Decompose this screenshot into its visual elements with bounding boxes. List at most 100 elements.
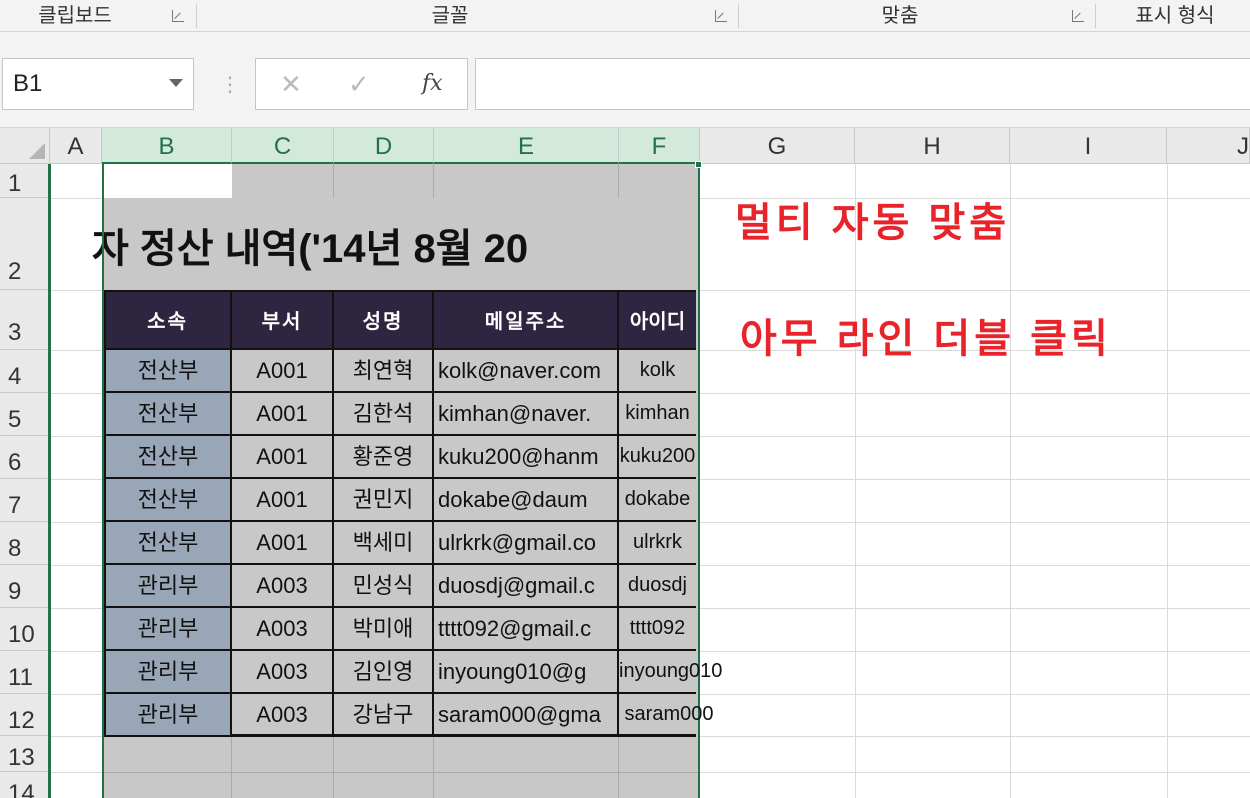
col-header-i[interactable]: I bbox=[1010, 128, 1167, 164]
alignment-launcher-icon[interactable] bbox=[1072, 10, 1084, 22]
cell-name[interactable]: 권민지 bbox=[334, 479, 432, 520]
insert-function-icon[interactable]: fx bbox=[422, 71, 443, 96]
select-all-corner[interactable] bbox=[0, 128, 50, 164]
cell-dept[interactable]: 전산부 bbox=[106, 479, 230, 520]
formula-input[interactable] bbox=[475, 58, 1250, 110]
cell-dept[interactable]: 관리부 bbox=[106, 608, 230, 649]
cell-code[interactable]: A003 bbox=[232, 608, 332, 649]
col-header-d[interactable]: D bbox=[334, 128, 434, 164]
cell-id[interactable]: kimhan bbox=[619, 393, 696, 434]
cell-id[interactable]: duosdj bbox=[619, 565, 696, 606]
cell-email[interactable]: inyoung010@g bbox=[434, 651, 617, 692]
row-header-14[interactable]: 14 bbox=[0, 772, 50, 798]
cell-dept[interactable]: 전산부 bbox=[106, 436, 230, 477]
cell-email[interactable]: ulrkrk@gmail.co bbox=[434, 522, 617, 563]
enter-check-icon[interactable]: ✓ bbox=[348, 69, 370, 100]
vertical-dots-icon[interactable]: ⋮ bbox=[220, 72, 240, 97]
formula-bar: B1 ⋮ ✕ ✓ fx bbox=[0, 32, 1250, 128]
cell-name[interactable]: 김한석 bbox=[334, 393, 432, 434]
cell-code[interactable]: A001 bbox=[232, 393, 332, 434]
name-box-value: B1 bbox=[13, 70, 43, 97]
row-header-4[interactable]: 4 bbox=[0, 350, 50, 393]
col-header-g[interactable]: G bbox=[700, 128, 855, 164]
cell-id[interactable]: inyoung010 bbox=[619, 651, 722, 692]
ribbon-separator bbox=[1095, 4, 1096, 28]
cell-email[interactable]: kimhan@naver. bbox=[434, 393, 617, 434]
cell-name[interactable]: 강남구 bbox=[334, 694, 432, 735]
cell-code[interactable]: A003 bbox=[232, 694, 332, 735]
col-header-h[interactable]: H bbox=[855, 128, 1010, 164]
annotation-2: 아무 라인 더블 클릭 bbox=[740, 317, 1112, 361]
annotation-1: 멀티 자동 맞춤 bbox=[735, 201, 1011, 245]
cell-name[interactable]: 박미애 bbox=[334, 608, 432, 649]
cell-dept[interactable]: 전산부 bbox=[106, 522, 230, 563]
cell-code[interactable]: A001 bbox=[232, 479, 332, 520]
table-border bbox=[104, 735, 696, 737]
row-header-9[interactable]: 9 bbox=[0, 565, 50, 608]
name-box[interactable]: B1 bbox=[2, 58, 194, 110]
cell-code[interactable]: A001 bbox=[232, 436, 332, 477]
row-header-13[interactable]: 13 bbox=[0, 736, 50, 772]
cell-id[interactable]: ulrkrk bbox=[619, 522, 696, 563]
cell-id[interactable]: saram000 bbox=[619, 694, 719, 735]
row-header-7[interactable]: 7 bbox=[0, 479, 50, 522]
cell-id[interactable]: kuku200 bbox=[619, 436, 696, 477]
table-border bbox=[104, 290, 696, 292]
cell-email[interactable]: tttt092@gmail.c bbox=[434, 608, 617, 649]
ribbon-group-font: 글꼴 bbox=[431, 5, 469, 27]
col-header-a[interactable]: A bbox=[50, 128, 102, 164]
worksheet-grid[interactable]: A B C D E F G H I J 1 2 3 4 5 6 7 8 9 10… bbox=[0, 128, 1250, 798]
row-header-12[interactable]: 12 bbox=[0, 694, 50, 736]
clipboard-launcher-icon[interactable] bbox=[172, 10, 184, 22]
cancel-icon[interactable]: ✕ bbox=[280, 69, 302, 100]
gridline bbox=[1010, 164, 1011, 798]
ribbon-separator bbox=[738, 4, 739, 28]
cell-email[interactable]: duosdj@gmail.c bbox=[434, 565, 617, 606]
cell-email[interactable]: dokabe@daum bbox=[434, 479, 617, 520]
ribbon-group-number: 표시 형식 bbox=[1135, 5, 1215, 27]
gridline bbox=[855, 164, 856, 798]
row-header-2[interactable]: 2 bbox=[0, 198, 50, 290]
row-header-10[interactable]: 10 bbox=[0, 608, 50, 651]
cell-dept[interactable]: 관리부 bbox=[106, 565, 230, 606]
cell-name[interactable]: 백세미 bbox=[334, 522, 432, 563]
col-header-e[interactable]: E bbox=[434, 128, 619, 164]
gridline bbox=[1167, 164, 1168, 798]
cell-id[interactable]: dokabe bbox=[619, 479, 696, 520]
cell-email[interactable]: kolk@naver.com bbox=[434, 350, 617, 391]
col-header-j[interactable]: J bbox=[1167, 128, 1250, 164]
font-launcher-icon[interactable] bbox=[715, 10, 727, 22]
col-header-b[interactable]: B bbox=[102, 128, 232, 164]
col-header-f[interactable]: F bbox=[619, 128, 700, 164]
cell-code[interactable]: A001 bbox=[232, 350, 332, 391]
cell-id[interactable]: tttt092 bbox=[619, 608, 696, 649]
row-header-5[interactable]: 5 bbox=[0, 393, 50, 436]
cell-name[interactable]: 황준영 bbox=[334, 436, 432, 477]
row-header-3[interactable]: 3 bbox=[0, 290, 50, 350]
cell-id[interactable]: kolk bbox=[619, 350, 696, 391]
ribbon-group-alignment: 맞춤 bbox=[881, 5, 919, 27]
col-header-c[interactable]: C bbox=[232, 128, 334, 164]
fill-handle[interactable] bbox=[695, 161, 702, 168]
ribbon-group-clipboard: 클립보드 bbox=[38, 5, 112, 27]
row-header-11[interactable]: 11 bbox=[0, 651, 50, 694]
cell-name[interactable]: 김인영 bbox=[334, 651, 432, 692]
cell-dept[interactable]: 관리부 bbox=[106, 651, 230, 692]
cell-dept[interactable]: 전산부 bbox=[106, 393, 230, 434]
cell-code[interactable]: A003 bbox=[232, 565, 332, 606]
formula-buttons: ✕ ✓ fx bbox=[255, 58, 468, 110]
cell-dept[interactable]: 전산부 bbox=[106, 350, 230, 391]
chevron-down-icon[interactable] bbox=[169, 79, 183, 87]
row-header-6[interactable]: 6 bbox=[0, 436, 50, 479]
row-header-8[interactable]: 8 bbox=[0, 522, 50, 565]
cell-code[interactable]: A001 bbox=[232, 522, 332, 563]
table-border bbox=[104, 348, 696, 350]
cell-name[interactable]: 민성식 bbox=[334, 565, 432, 606]
cell-email[interactable]: kuku200@hanm bbox=[434, 436, 617, 477]
row-header-1[interactable]: 1 bbox=[0, 164, 50, 198]
cell-code[interactable]: A003 bbox=[232, 651, 332, 692]
cell-name[interactable]: 최연혁 bbox=[334, 350, 432, 391]
ribbon-group-labels: 클립보드 글꼴 맞춤 표시 형식 bbox=[0, 0, 1250, 32]
cell-email[interactable]: saram000@gma bbox=[434, 694, 617, 735]
cell-dept[interactable]: 관리부 bbox=[106, 694, 230, 735]
